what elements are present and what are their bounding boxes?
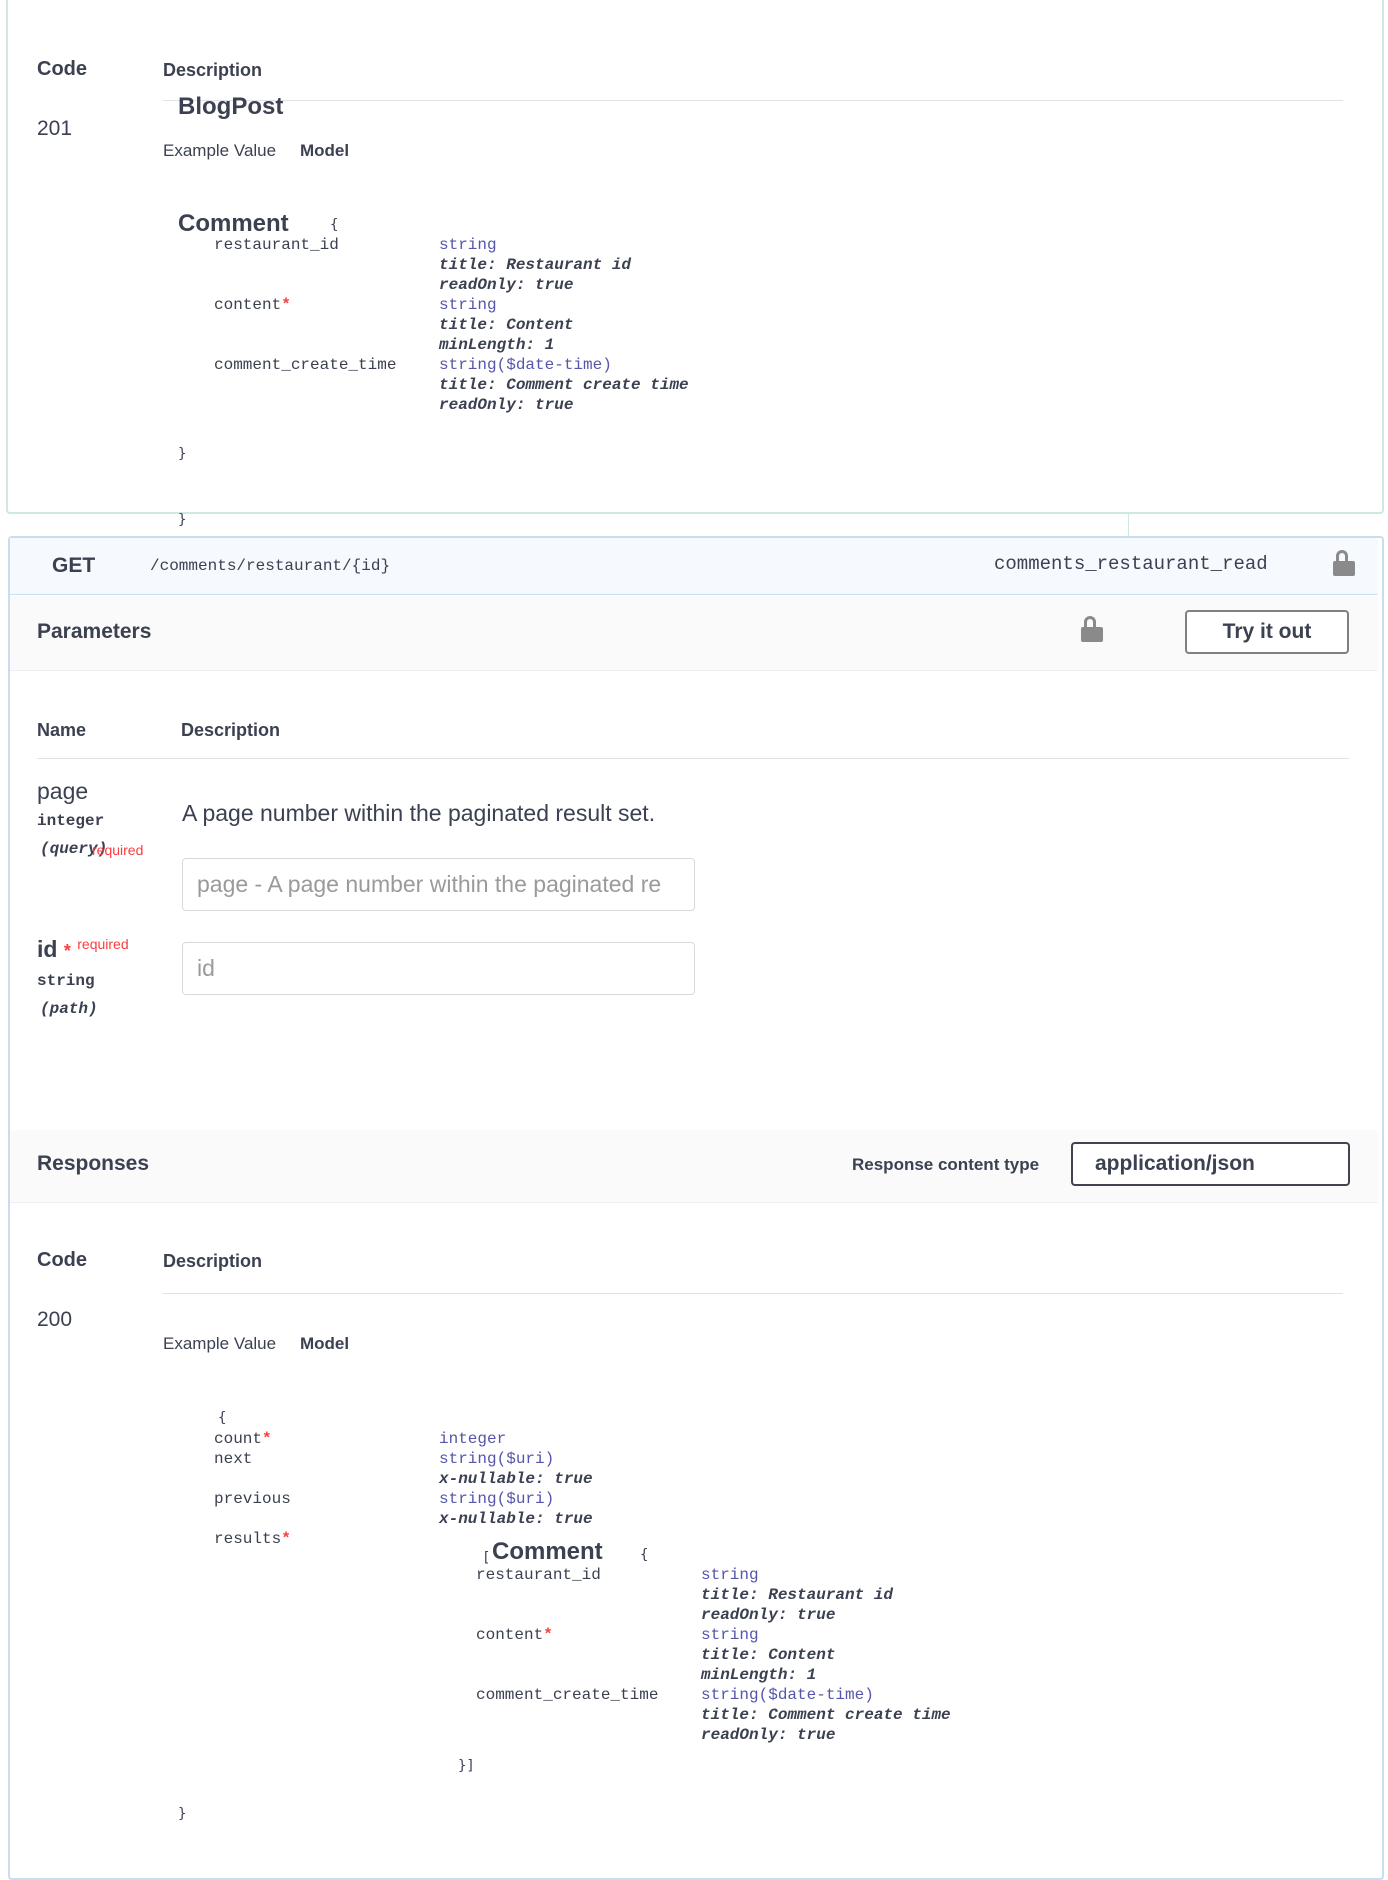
model-close-brace: } [178,446,187,462]
prop-name: restaurant_id [214,236,339,254]
endpoint-path: /comments/restaurant/{id} [150,557,391,575]
required-label: required [77,936,129,952]
prop-type: string [439,296,497,314]
http-method: GET [52,554,96,577]
prop-name: results* [214,1530,291,1548]
prop-type: string [439,236,497,254]
prop-type: string($uri) [439,1450,555,1468]
required-label: required [92,842,144,858]
description-column-header: Description [163,60,263,80]
response-content-type-label: Response content type [852,1155,1040,1174]
divider [1128,512,1129,538]
required-star: * [281,296,291,314]
response-code: 200 [37,1308,73,1331]
required-star: * [63,941,71,961]
lock-icon[interactable] [1081,616,1103,642]
param-description: A page number within the paginated resul… [182,800,656,826]
param-description-header: Description [181,720,281,740]
prop-type: integer [439,1430,507,1448]
code-column-header: Code [37,1249,87,1271]
param-type: integer [37,812,105,830]
prop-type: string($date-time) [439,356,612,374]
parameters-bar [10,596,1378,671]
header-divider [163,1293,1343,1294]
prop-name: content* [476,1626,553,1644]
prop-meta: x-nullable: true [439,1470,593,1488]
array-close-bracket: }] [458,1758,475,1774]
prop-meta: readOnly: true [439,396,574,414]
code-column-header: Code [37,58,87,80]
prop-name: previous [214,1490,291,1508]
prop-meta: readOnly: true [701,1726,836,1744]
prop-meta: readOnly: true [439,276,574,294]
required-star: * [543,1626,553,1644]
page-input[interactable] [182,858,695,911]
prop-meta: title: Content [439,316,574,334]
try-it-out-button[interactable]: Try it out [1185,610,1349,654]
param-name: id * required [37,936,129,962]
response-code: 201 [37,117,73,140]
prop-meta: title: Content [701,1646,836,1664]
description-column-header: Description [163,1251,263,1271]
prop-meta: title: Restaurant id [439,256,632,274]
required-star: * [281,1530,291,1548]
operation-id: comments_restaurant_read [994,553,1268,575]
model-tab[interactable]: Model [300,141,349,161]
prop-meta: title: Comment create time [439,376,689,394]
param-type: string [37,972,95,990]
responses-title: Responses [37,1152,150,1175]
lock-icon[interactable] [1333,550,1355,576]
prop-type: string [701,1626,759,1644]
param-name: page [37,778,89,804]
prop-meta: title: Restaurant id [701,1586,894,1604]
prop-type: string($date-time) [701,1686,874,1704]
comment-model-title: Comment [178,210,289,237]
blogpost-model-title: BlogPost [178,93,284,120]
prop-name: next [214,1450,253,1468]
prop-name: content* [214,296,291,314]
prop-name: comment_create_time [476,1686,659,1704]
model-open-brace: { [218,1410,227,1426]
required-star: * [262,1430,272,1448]
model-open-brace: { [640,1547,649,1563]
outer-close-brace: } [178,512,187,528]
parameters-title: Parameters [37,620,152,643]
model-open-brace: { [330,217,339,233]
prop-meta: minLength: 1 [701,1666,817,1684]
prop-meta: minLength: 1 [439,336,555,354]
model-tab[interactable]: Model [300,1334,349,1354]
prop-type: string($uri) [439,1490,555,1508]
comment-model-title: Comment [492,1538,603,1565]
model-close-brace: } [178,1806,187,1822]
prop-type: string [701,1566,759,1584]
prop-name: restaurant_id [476,1566,601,1584]
header-divider [37,758,1349,759]
prop-meta: x-nullable: true [439,1510,593,1528]
prop-meta: readOnly: true [701,1606,836,1624]
header-divider [163,100,1343,101]
id-input[interactable] [182,942,695,995]
example-value-tab[interactable]: Example Value [163,141,276,161]
prop-meta: title: Comment create time [701,1706,951,1724]
param-name-header: Name [37,720,87,740]
response-content-type-select[interactable]: application/json [1071,1142,1350,1186]
array-open-bracket: [ [482,1550,491,1566]
prop-name: count* [214,1430,272,1448]
param-location: (path) [40,1000,98,1018]
prop-name: comment_create_time [214,356,397,374]
example-value-tab[interactable]: Example Value [163,1334,276,1354]
